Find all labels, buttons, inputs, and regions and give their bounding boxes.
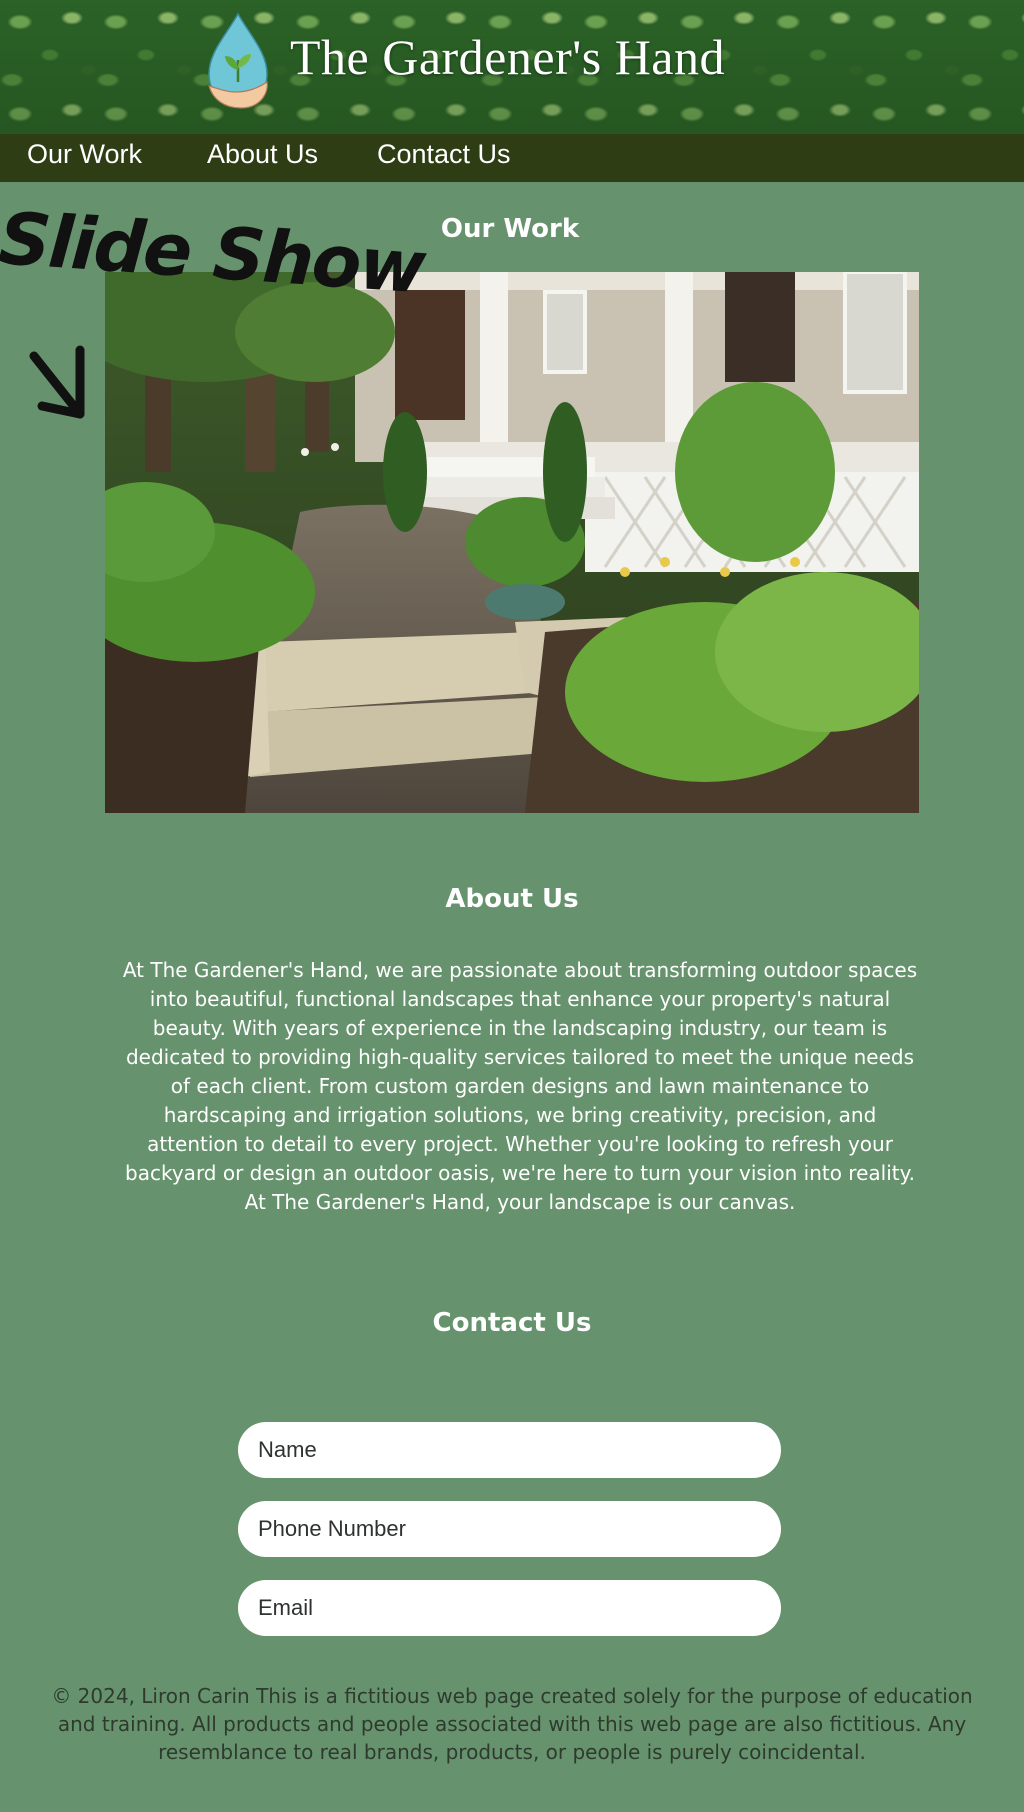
arrow-down-right-icon [29, 345, 85, 419]
about-us-body: At The Gardener's Hand, we are passionat… [122, 958, 918, 1214]
nav-link-contact-us[interactable]: Contact Us [377, 139, 511, 170]
phone-number-field[interactable] [238, 1501, 781, 1557]
water-drop-hand-sprout-icon[interactable] [205, 12, 271, 114]
nav-link-our-work[interactable]: Our Work [27, 139, 142, 170]
contact-us-heading: Contact Us [432, 1308, 592, 1338]
copyright-footer: © 2024, Liron Carin This is a fictitious… [51, 1684, 973, 1764]
site-title: The Gardener's Hand [290, 29, 725, 85]
email-field[interactable] [238, 1580, 781, 1636]
name-field[interactable] [238, 1422, 781, 1478]
about-us-heading: About Us [445, 884, 579, 914]
nav-link-about-us[interactable]: About Us [207, 139, 318, 170]
site-header: The Gardener's Hand [0, 0, 1024, 134]
main-nav: Our Work About Us Contact Us [0, 134, 1024, 182]
